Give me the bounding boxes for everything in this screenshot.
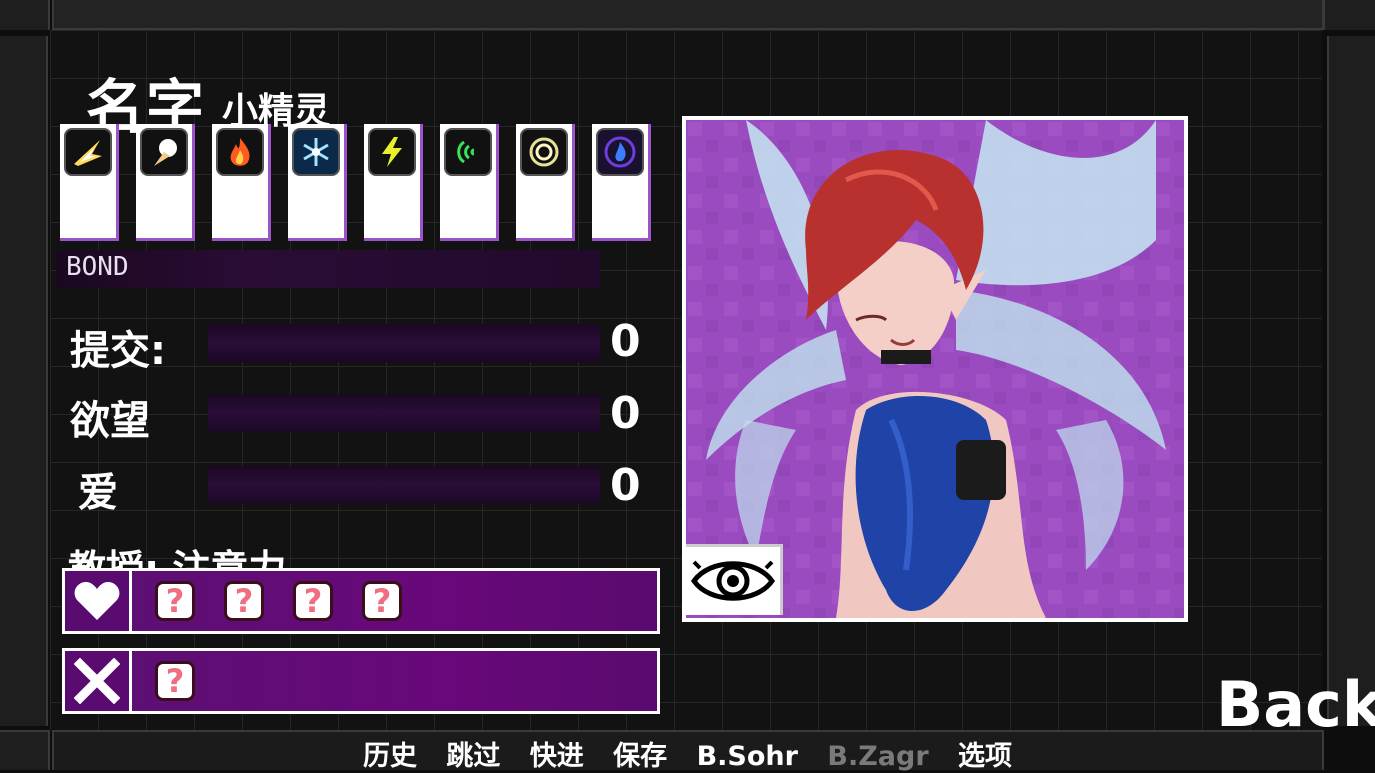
lightning-icon bbox=[368, 128, 416, 176]
auto-button[interactable]: 快进 bbox=[530, 741, 584, 772]
top-frame bbox=[52, 0, 1324, 30]
stat-value-desire: 0 bbox=[610, 388, 641, 439]
wind-icon bbox=[444, 128, 492, 176]
earth-ring-icon bbox=[520, 128, 568, 176]
dark-flame-icon bbox=[596, 128, 644, 176]
frame-corner bbox=[1323, 0, 1375, 30]
element-card-fire[interactable] bbox=[212, 124, 271, 241]
back-button[interactable]: Back bbox=[1216, 668, 1375, 741]
frame-corner bbox=[0, 0, 50, 30]
stat-value-love: 0 bbox=[610, 460, 641, 511]
right-frame bbox=[1327, 36, 1375, 726]
element-card-wind[interactable] bbox=[440, 124, 499, 241]
element-card-holy[interactable] bbox=[136, 124, 195, 241]
options-button[interactable]: 选项 bbox=[958, 741, 1012, 772]
cross-icon bbox=[65, 651, 132, 711]
skip-button[interactable]: 跳过 bbox=[446, 741, 500, 772]
dislikes-row: ? bbox=[62, 648, 660, 714]
heart-icon bbox=[65, 571, 132, 631]
stat-label-submission: 提交: bbox=[70, 328, 166, 374]
eye-icon bbox=[690, 560, 776, 601]
bzagr-button[interactable]: B.Zagr bbox=[827, 741, 928, 772]
stat-bar-love bbox=[208, 466, 600, 504]
element-card-earth[interactable] bbox=[516, 124, 575, 241]
unknown-dislike-slot[interactable]: ? bbox=[155, 661, 195, 701]
holy-fist-icon bbox=[140, 128, 188, 176]
toggle-view-button[interactable] bbox=[686, 544, 783, 615]
element-card-light[interactable] bbox=[60, 124, 119, 241]
stat-value-submission: 0 bbox=[610, 316, 641, 367]
ice-icon bbox=[292, 128, 340, 176]
element-card-ice[interactable] bbox=[288, 124, 347, 241]
bsohr-button[interactable]: B.Sohr bbox=[697, 741, 798, 772]
stat-bar-desire bbox=[208, 394, 600, 432]
element-card-dark[interactable] bbox=[592, 124, 651, 241]
unknown-like-slot[interactable]: ? bbox=[224, 581, 264, 621]
stat-label-desire: 欲望 bbox=[70, 398, 150, 444]
likes-row: ? ? ? ? bbox=[62, 568, 660, 634]
unknown-like-slot[interactable]: ? bbox=[293, 581, 333, 621]
left-frame bbox=[0, 36, 48, 726]
history-button[interactable]: 历史 bbox=[363, 741, 417, 772]
light-burst-icon bbox=[64, 128, 112, 176]
bond-bar bbox=[56, 250, 600, 288]
save-button[interactable]: 保存 bbox=[613, 741, 667, 772]
stat-label-love: 爱 bbox=[78, 470, 118, 516]
stat-bar-submission bbox=[208, 324, 600, 362]
quick-menu: 历史 跳过 快进 保存 B.Sohr B.Zagr 选项 bbox=[0, 734, 1375, 773]
unknown-like-slot[interactable]: ? bbox=[362, 581, 402, 621]
element-card-lightning[interactable] bbox=[364, 124, 423, 241]
unknown-like-slot[interactable]: ? bbox=[155, 581, 195, 621]
bond-label: BOND bbox=[66, 252, 129, 282]
fire-icon bbox=[216, 128, 264, 176]
